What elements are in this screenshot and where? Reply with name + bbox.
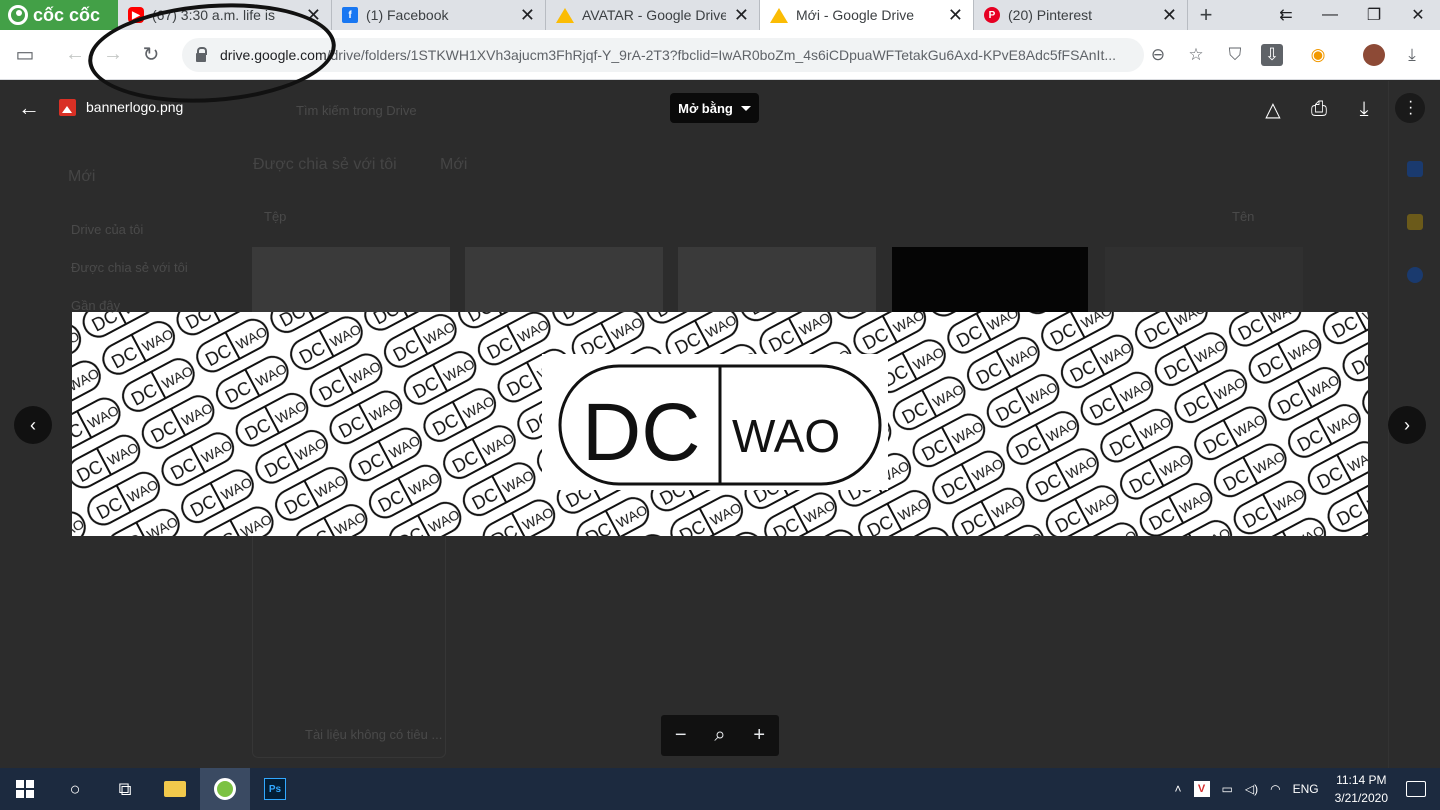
banner-dc-text: DC (582, 387, 700, 478)
coccoc-logo-icon (8, 5, 28, 25)
url-path: /drive/folders/1STKWH1XVh3ajucm3FhRjqf-Y… (326, 47, 1117, 63)
maximize-button[interactable]: ❐ (1352, 5, 1396, 25)
download-icon[interactable]: ⤓ (1351, 96, 1377, 122)
pinterest-icon: P (984, 7, 1000, 23)
nav-my-drive[interactable]: Drive của tôi (71, 222, 143, 237)
close-icon[interactable]: ✕ (1162, 5, 1177, 26)
sidebar-toggle-icon[interactable]: ▭ (6, 36, 44, 74)
notification-icon[interactable] (1406, 781, 1426, 797)
zoom-search-icon[interactable]: ⌕ (714, 724, 725, 747)
calendar-icon[interactable] (1407, 161, 1423, 177)
tab-pinterest[interactable]: P (20) Pinterest ✕ (974, 0, 1188, 30)
clock[interactable]: 11:14 PM 3/21/2020 (1335, 771, 1388, 807)
breadcrumb-root[interactable]: Được chia sẻ với tôi (253, 156, 397, 174)
more-vert-icon: · · · (1408, 93, 1414, 122)
close-window-button[interactable]: ✕ (1396, 5, 1440, 25)
doc-title: Tài liệu không có tiêu ... (305, 727, 443, 742)
print-icon[interactable]: ⎙ (1306, 96, 1332, 122)
open-with-button[interactable]: Mở bằng (670, 93, 759, 123)
file-explorer-button[interactable] (150, 768, 200, 810)
more-options-button[interactable]: · · · (1395, 93, 1425, 123)
new-button[interactable]: Mới (68, 168, 95, 186)
nav-shared[interactable]: Được chia sẻ với tôi (71, 260, 188, 275)
photoshop-taskbar-button[interactable]: Ps (250, 768, 300, 810)
tab-title: Mới - Google Drive (796, 7, 915, 23)
nav-recent[interactable]: Gần đây (71, 298, 120, 313)
google-drive-icon (770, 7, 788, 23)
chevron-down-icon (740, 105, 751, 111)
tab-facebook[interactable]: f (1) Facebook ✕ (332, 0, 546, 30)
antivirus-icon[interactable]: V (1193, 781, 1210, 797)
chevron-up-icon[interactable]: ˄ (1175, 782, 1182, 796)
volume-icon[interactable]: ◁) (1245, 782, 1258, 796)
taskbar: ○ ⧉ Ps ˄ V ▭ ◁) ◠ ENG 11:14 PM 3/21/2020 (0, 768, 1440, 810)
folder-icon (164, 781, 186, 797)
minimize-button[interactable]: — (1308, 6, 1352, 24)
sort-label[interactable]: Tên (1232, 209, 1254, 224)
facebook-icon: f (342, 7, 358, 23)
tab-title: (20) Pinterest (1008, 7, 1093, 23)
brand-label: cốc cốc (33, 4, 101, 25)
doc-card[interactable]: Tài liệu không có tiêu ... (252, 526, 446, 758)
back-arrow-icon[interactable]: ← (18, 95, 40, 121)
downloads-icon[interactable]: ⤓ (1401, 44, 1423, 66)
battery-icon[interactable]: ▭ (1222, 782, 1233, 796)
close-icon[interactable]: ✕ (520, 5, 535, 26)
banner-image: DC WAO DC WAO (72, 312, 1368, 536)
tab-avatar-drive[interactable]: AVATAR - Google Drive ✕ (546, 0, 760, 30)
zoom-in-icon[interactable]: + (753, 724, 765, 747)
file-thumbnail[interactable] (1105, 247, 1303, 313)
zoom-out-icon[interactable]: − (675, 724, 687, 747)
banner-pattern: DC WAO DC WAO (72, 312, 1368, 536)
tab-title: AVATAR - Google Drive (582, 7, 726, 23)
tab-title: (1) Facebook (366, 7, 449, 23)
coccoc-taskbar-button[interactable] (200, 768, 250, 810)
tab-moi-drive[interactable]: Mới - Google Drive ✕ (760, 0, 974, 30)
previous-button[interactable]: ‹ (14, 406, 52, 444)
image-file-icon (59, 99, 76, 116)
download-extension-icon[interactable]: ⇩ (1261, 44, 1283, 66)
file-thumbnail[interactable] (678, 247, 876, 313)
coccoc-icon (214, 778, 236, 800)
wifi-icon[interactable]: ◠ (1270, 782, 1280, 796)
photoshop-icon: Ps (264, 778, 286, 800)
zoom-controls: − ⌕ + (661, 715, 779, 756)
window-controls: ⇇ — ❐ ✕ (1264, 0, 1440, 30)
tasks-icon[interactable] (1407, 267, 1423, 283)
start-button[interactable] (0, 768, 50, 810)
language-indicator[interactable]: ENG (1293, 782, 1319, 796)
tab-search-icon[interactable]: ⇇ (1264, 5, 1308, 25)
windows-icon (16, 780, 34, 798)
task-view-icon[interactable]: ⧉ (100, 768, 150, 810)
files-header: Tệp (264, 209, 287, 224)
close-icon[interactable]: ✕ (948, 5, 963, 26)
clock-time: 11:14 PM (1336, 773, 1387, 787)
chrome-extension-icon[interactable]: ◉ (1307, 44, 1329, 66)
banner-wao-text: WAO (732, 410, 840, 462)
coccoc-brand[interactable]: cốc cốc (0, 0, 118, 30)
breadcrumb-current[interactable]: Mới (440, 156, 467, 174)
new-tab-button[interactable]: + (1188, 0, 1224, 30)
system-tray: ˄ V ▭ ◁) ◠ ENG 11:14 PM 3/21/2020 (1169, 771, 1440, 807)
google-drive-icon (556, 7, 574, 23)
file-thumbnail[interactable] (465, 247, 663, 313)
bookmark-star-icon[interactable]: ☆ (1185, 44, 1207, 66)
next-button[interactable]: › (1388, 406, 1426, 444)
file-thumbnail[interactable] (252, 247, 450, 313)
add-to-drive-icon[interactable]: △ (1260, 96, 1286, 122)
open-with-label: Mở bằng (678, 100, 733, 116)
file-thumbnail[interactable] (892, 247, 1088, 313)
cortana-icon[interactable]: ○ (50, 768, 100, 810)
zoom-icon[interactable]: ⊖ (1147, 44, 1169, 66)
shield-extension-icon[interactable]: ⛉ (1224, 44, 1246, 66)
clock-date: 3/21/2020 (1334, 791, 1388, 805)
keep-icon[interactable] (1407, 214, 1423, 230)
profile-avatar[interactable] (1363, 44, 1385, 66)
close-icon[interactable]: ✕ (734, 5, 749, 26)
